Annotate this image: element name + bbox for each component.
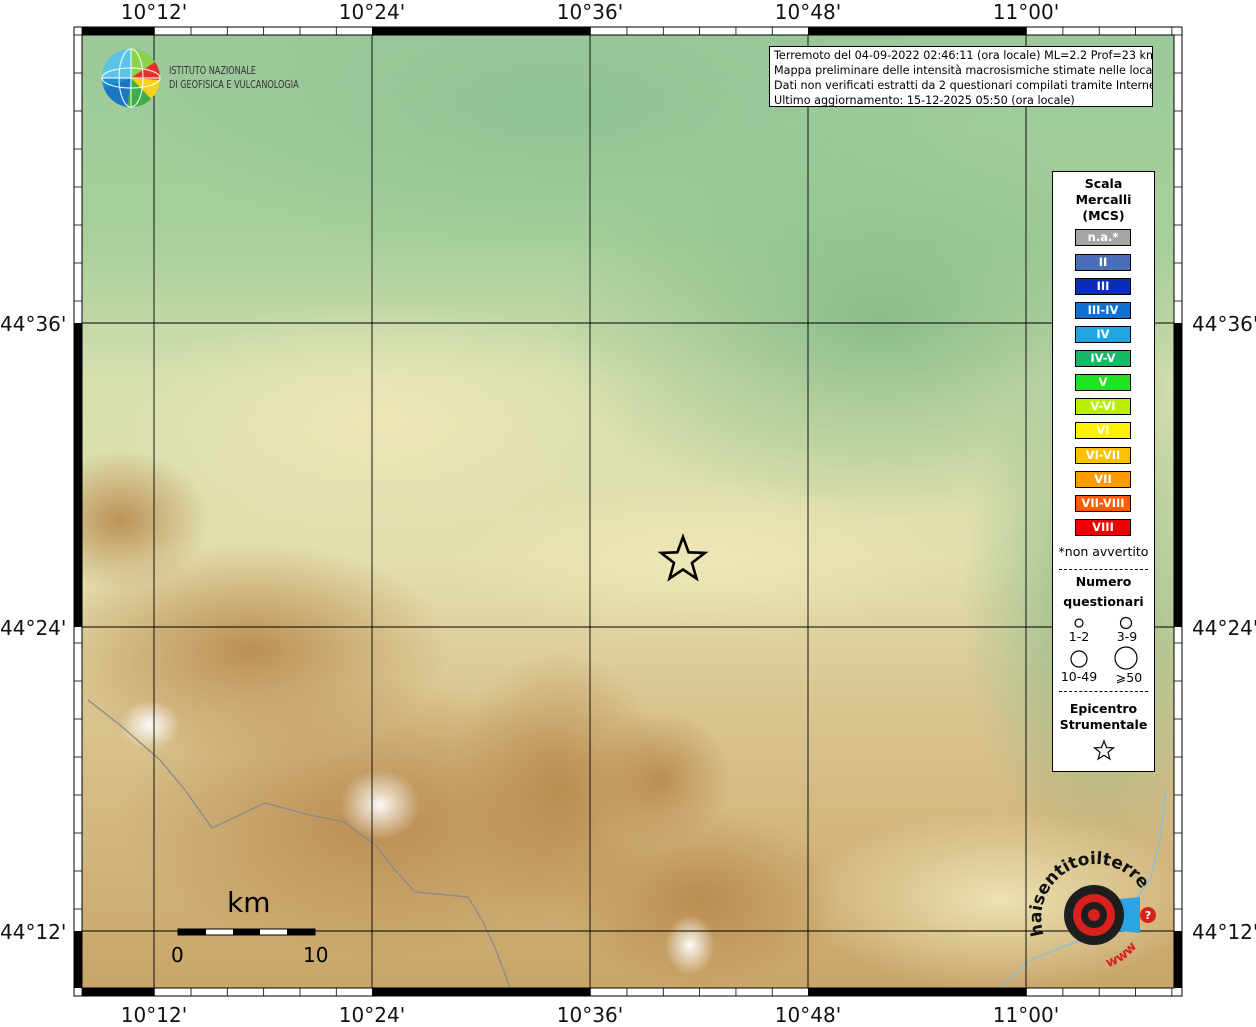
bottom-lon-label: 10°24' [338,1003,406,1027]
bottom-lon-label: 10°12' [120,1003,188,1027]
legend-star-icon [1093,739,1115,761]
ingv-logo-line2: DI GEOFISICA E VULCANOLOGIA [169,78,299,91]
right-lat-label: 44°12' [1192,920,1256,944]
svg-text:?: ? [1145,909,1151,922]
left-lat-label: 44°24' [0,616,67,640]
top-lon-label: 10°12' [120,0,188,24]
legend-swatch: VII [1075,471,1131,488]
legend-swatch: IV-V [1075,350,1131,367]
count-circle-small-icon [1074,618,1084,628]
left-lat-label: 44°12' [0,920,67,944]
legend-swatch: III-IV [1075,302,1131,319]
legend-swatch: III [1075,278,1131,295]
ingv-logo-icon [101,48,161,108]
scale-bar [177,928,316,936]
legend-swatch: VI-VII [1075,447,1131,464]
legend-swatch: II [1075,254,1131,271]
legend-title: (MCS) [1082,208,1125,223]
legend-count-label: 10-49 [1060,669,1098,684]
legend-divider [1059,569,1148,570]
scale-bar-unit: km [227,886,271,919]
event-info-line: Mappa preliminare delle intensità macros… [774,64,1153,77]
legend-count-label: 3-9 [1116,629,1138,644]
legend-divider [1059,691,1148,692]
event-info-line: Ultimo aggiornamento: 15-12-2025 05:50 (… [774,94,1075,107]
top-lon-label: 10°48' [774,0,842,24]
legend-swatch: VI [1075,422,1131,439]
legend-count-title: questionari [1063,594,1144,609]
legend-count-label: ⩾50 [1115,670,1143,685]
top-lon-label: 11°00' [992,0,1060,24]
legend-count-label: 1-2 [1068,629,1090,644]
event-info-line: Dati non verificati estratti da 2 questi… [774,79,1153,92]
legend-swatch: IV [1075,326,1131,343]
bottom-lon-label: 10°36' [556,1003,624,1027]
legend-swatch: VIII [1075,519,1131,536]
ingv-logo-line1: ISTITUTO NAZIONALE [169,64,256,77]
bottom-lon-label: 11°00' [992,1003,1060,1027]
right-lat-label: 44°24' [1192,616,1256,640]
map-stage: ? haisentitoilterremoto.it www 10°12' 10… [0,0,1256,1027]
intensity-legend: Scala Mercalli (MCS) n.a.* II III III-IV IV I… [1052,171,1155,772]
legend-epi-title: Strumentale [1059,717,1148,732]
left-lat-label: 44°36' [0,312,67,336]
count-circle-xlarge-icon [1114,646,1138,670]
legend-swatch: V-VI [1075,398,1131,415]
right-lat-label: 44°36' [1192,312,1256,336]
legend-epi-title: Epicentro [1069,701,1138,716]
event-info-box: Terremoto del 04-09-2022 02:46:11 (ora l… [769,46,1153,107]
legend-title: Scala [1084,176,1123,191]
top-lon-label: 10°36' [556,0,624,24]
legend-swatch: n.a.* [1075,229,1131,246]
count-circle-medium-icon [1119,616,1133,630]
scale-bar-start: 0 [171,943,184,967]
event-info-line: Terremoto del 04-09-2022 02:46:11 (ora l… [774,49,1153,62]
legend-note: *non avvertito [1058,544,1149,559]
legend-count-title: Numero [1075,574,1132,589]
top-lon-label: 10°24' [338,0,406,24]
legend-swatch: V [1075,374,1131,391]
bottom-lon-label: 10°48' [774,1003,842,1027]
legend-swatch: VII-VIII [1075,495,1131,512]
count-circle-large-icon [1070,650,1088,668]
legend-title: Mercalli [1075,192,1132,207]
scale-bar-end: 10 [303,943,329,967]
